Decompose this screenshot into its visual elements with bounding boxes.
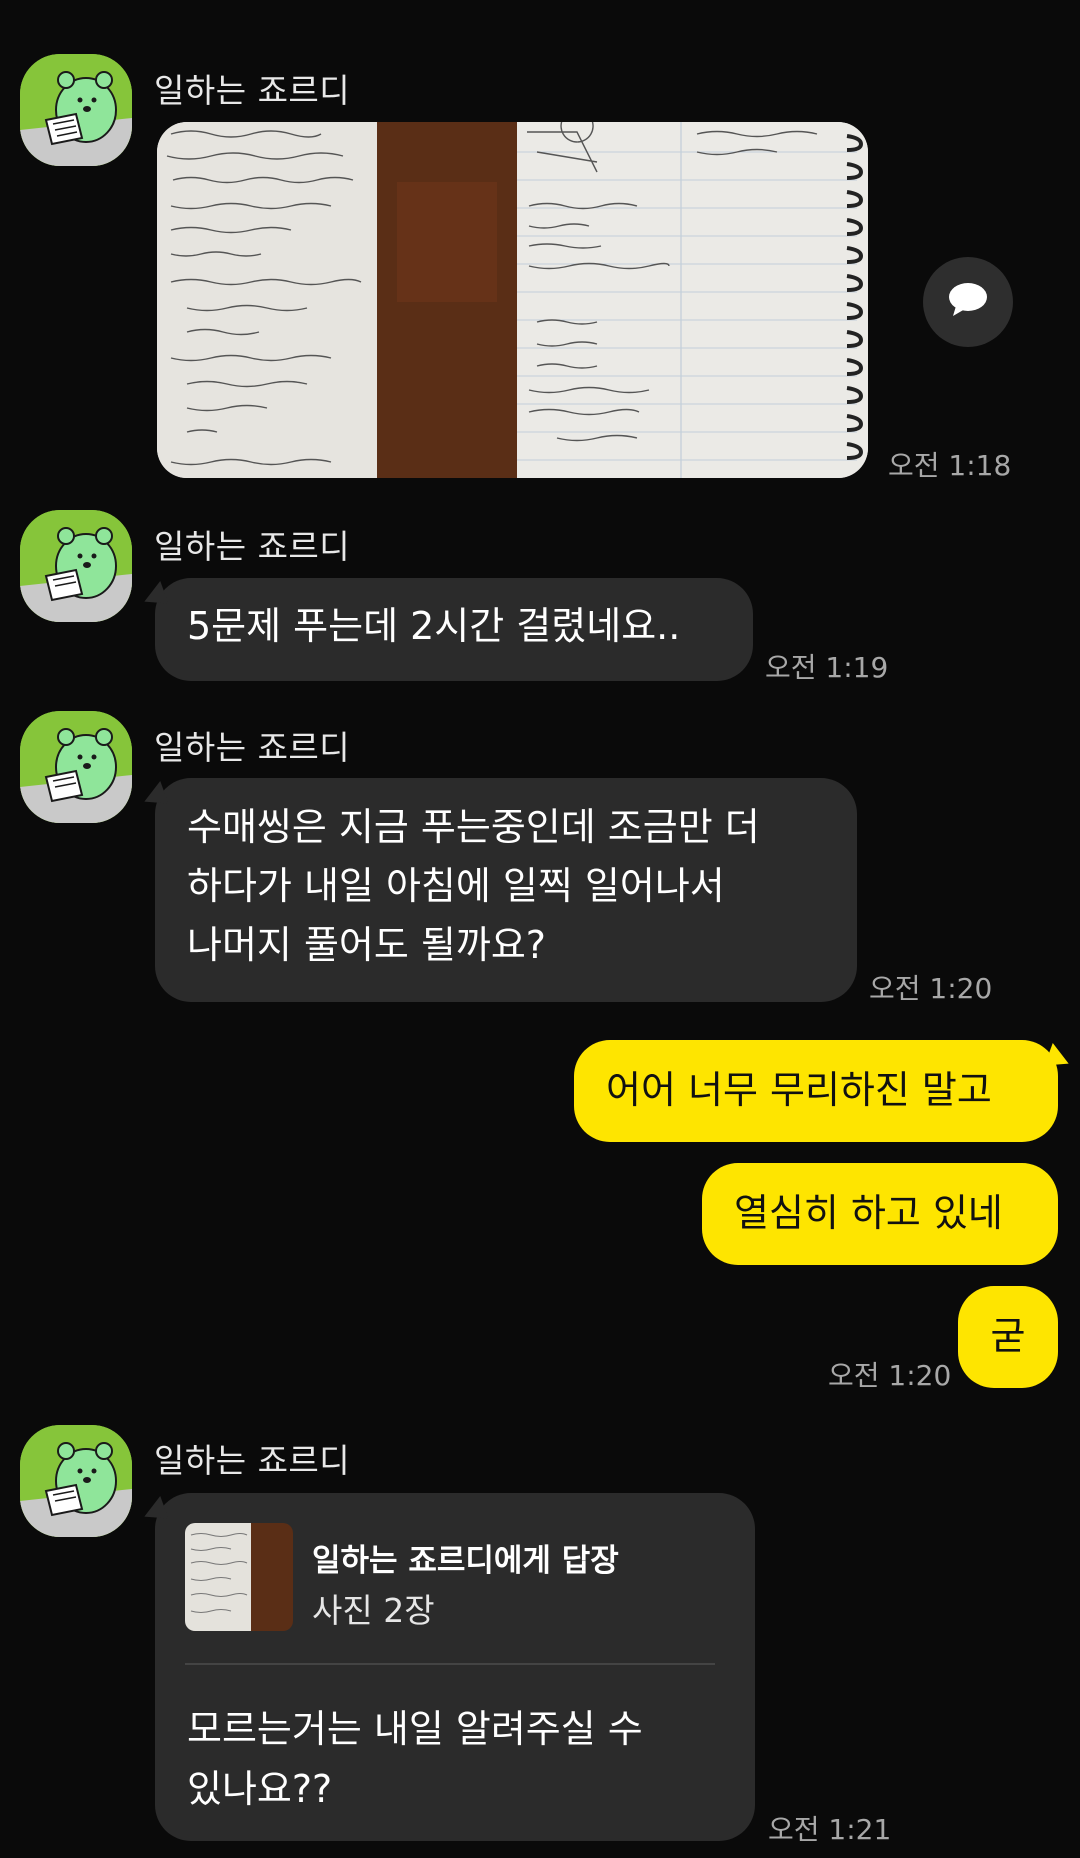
- reply-thumbnail[interactable]: [185, 1523, 293, 1631]
- message-text-line: 하다가 내일 아침에 일찍 일어나서: [187, 864, 725, 908]
- sender-name: 일하는 죠르디: [154, 728, 351, 767]
- speech-bubble-icon: [948, 282, 988, 322]
- message-time: 오전 1:20: [869, 972, 993, 1005]
- message-text: 굳: [990, 1314, 1026, 1358]
- message-bubble[interactable]: 5문제 푸는데 2시간 걸렸네요..: [155, 578, 753, 681]
- message-text-line: 있나요??: [187, 1767, 333, 1811]
- reply-divider: [185, 1663, 715, 1665]
- sender-name: 일하는 죠르디: [154, 71, 351, 110]
- message-text-line: 수매씽은 지금 푸는중인데 조금만 더: [187, 805, 760, 849]
- message-time: 오전 1:18: [888, 449, 1012, 482]
- message-bubble-outgoing[interactable]: 열심히 하고 있네: [702, 1163, 1058, 1265]
- sender-name: 일하는 죠르디: [154, 1441, 351, 1480]
- message-text: 어어 너무 무리하진 말고: [606, 1068, 992, 1112]
- share-button[interactable]: [923, 257, 1013, 347]
- message-bubble-outgoing[interactable]: 어어 너무 무리하진 말고: [574, 1040, 1058, 1142]
- avatar[interactable]: [20, 711, 132, 823]
- message-text-line: 나머지 풀어도 될까요?: [187, 923, 546, 967]
- message-time: 오전 1:21: [768, 1813, 892, 1846]
- message-bubble-outgoing[interactable]: 굳: [958, 1286, 1058, 1388]
- reply-title: 일하는 죠르디에게 답장: [312, 1543, 619, 1579]
- message-time: 오전 1:20: [828, 1359, 952, 1392]
- avatar[interactable]: [20, 54, 132, 166]
- message-text-line: 모르는거는 내일 알려주실 수: [187, 1707, 643, 1751]
- photo-attachment[interactable]: [157, 122, 868, 478]
- avatar[interactable]: [20, 510, 132, 622]
- reply-subtitle: 사진 2장: [312, 1591, 435, 1630]
- avatar[interactable]: [20, 1425, 132, 1537]
- message-bubble[interactable]: 일하는 죠르디에게 답장 사진 2장 모르는거는 내일 알려주실 수 있나요??: [155, 1493, 755, 1841]
- message-text: 5문제 푸는데 2시간 걸렸네요..: [187, 604, 681, 648]
- message-time: 오전 1:19: [765, 651, 889, 684]
- message-bubble[interactable]: 수매씽은 지금 푸는중인데 조금만 더 하다가 내일 아침에 일찍 일어나서 나…: [155, 778, 857, 1002]
- message-text: 열심히 하고 있네: [734, 1191, 1003, 1235]
- sender-name: 일하는 죠르디: [154, 527, 351, 566]
